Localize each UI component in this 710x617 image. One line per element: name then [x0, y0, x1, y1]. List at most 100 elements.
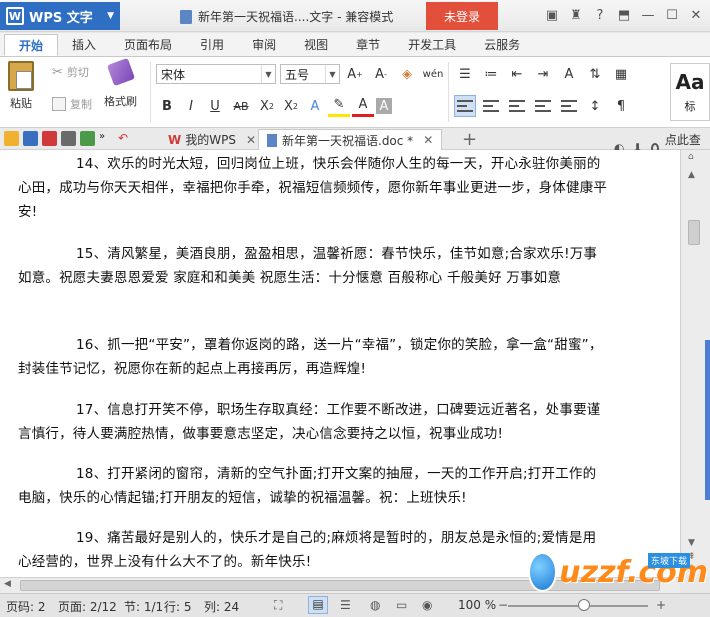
login-button[interactable]: 未登录 — [426, 2, 498, 30]
restore-view-icon[interactable]: ⬒ — [614, 4, 634, 26]
paste-button[interactable]: 粘贴 — [8, 61, 34, 111]
more-icon[interactable]: » — [99, 131, 114, 146]
row-position: 行: 5 — [164, 600, 192, 614]
outline-view-icon[interactable]: ☰ — [340, 598, 351, 612]
italic-button[interactable]: I — [180, 95, 202, 117]
page-count: 页面: 2/12 — [58, 600, 117, 614]
help-icon[interactable]: ? — [590, 4, 610, 26]
vertical-scrollbar[interactable]: ⌂ ▲ ▼ ⇞ ⇟ — [680, 150, 710, 577]
chinese-layout-icon[interactable]: A — [558, 63, 580, 85]
increase-indent-icon[interactable]: ⇥ — [532, 63, 554, 85]
decrease-indent-icon[interactable]: ⇤ — [506, 63, 528, 85]
scroll-left-icon[interactable]: ◀ — [4, 579, 11, 589]
text-effect-icon[interactable]: A — [304, 95, 326, 117]
clear-format-icon[interactable]: ◈ — [396, 63, 418, 85]
logo-globe-icon — [528, 552, 558, 592]
tab-developer[interactable]: 开发工具 — [394, 34, 470, 56]
close-tab-icon[interactable]: ✕ — [423, 133, 433, 147]
collapse-icon[interactable]: ⌂ — [688, 152, 694, 162]
zoom-knob[interactable] — [578, 599, 590, 611]
format-painter-button[interactable]: 格式刷 — [104, 57, 137, 109]
skin-icon[interactable]: ▣ — [542, 4, 562, 26]
print-preview-icon[interactable] — [80, 131, 95, 146]
cut-button[interactable]: ✂ 剪切 — [52, 61, 92, 83]
scroll-thumb[interactable] — [688, 220, 700, 245]
paragraph-group: ☰ ≔ ⇤ ⇥ A ⇅ ▦ ↕ ¶ — [454, 63, 632, 117]
close-button[interactable]: ✕ — [686, 4, 706, 26]
zoom-in-icon[interactable]: + — [656, 598, 666, 612]
align-left-button[interactable] — [454, 95, 476, 117]
fullscreen-icon[interactable]: ⛶ — [274, 598, 282, 613]
shirt-icon[interactable]: ♜ — [566, 4, 586, 26]
char-shading-icon[interactable]: A — [376, 98, 392, 114]
bullet-list-icon[interactable]: ☰ — [454, 63, 476, 85]
underline-button[interactable]: U — [204, 95, 226, 117]
open-folder-icon[interactable] — [4, 131, 19, 146]
numbered-list-icon[interactable]: ≔ — [480, 63, 502, 85]
side-panel-handle[interactable] — [705, 340, 710, 500]
copy-button[interactable]: 复制 — [52, 93, 92, 115]
paragraph-marks-icon[interactable]: ¶ — [610, 95, 632, 117]
logo-tag: 东坡下载 — [648, 553, 691, 568]
paragraph: 17、信息打开笑不停，职场生存取真经：工作要不断改进，口碑要远近著名，处事要谨言… — [18, 402, 601, 442]
subscript-button[interactable]: X2 — [280, 95, 302, 117]
tab-review[interactable]: 审阅 — [238, 34, 290, 56]
protect-view-icon[interactable]: ◉ — [422, 598, 432, 612]
paragraph: 15、清风繁星，美酒良朋，盈盈相思，温馨祈愿：春节快乐，佳节如意;合家欢乐!万事… — [18, 246, 598, 286]
export-pdf-icon[interactable] — [42, 131, 57, 146]
clipboard-group: ✂ 剪切 复制 — [52, 61, 92, 115]
wps-menu-label: WPS 文字 — [29, 10, 93, 26]
tab-my-wps[interactable]: W 我的WPS ✕ — [160, 129, 264, 150]
align-center-button[interactable] — [480, 95, 502, 117]
separator — [448, 62, 449, 122]
page-view-icon[interactable]: ▤ — [308, 596, 328, 614]
highlight-icon[interactable]: ✎ — [328, 95, 350, 117]
zoom-level[interactable]: 100 % — [458, 598, 496, 612]
font-group: 宋体 ▼ 五号 ▼ A + A- ◈ wén B I U AB X2 X2 A ✎… — [156, 63, 444, 117]
tab-section[interactable]: 章节 — [342, 34, 394, 56]
print-icon[interactable] — [61, 131, 76, 146]
font-color-icon[interactable]: A — [352, 95, 374, 117]
table-icon[interactable]: ▦ — [610, 63, 632, 85]
quick-access-icons: » ↶ — [4, 131, 133, 146]
uzzf-logo: uzzf.com 东坡下载 — [528, 551, 708, 593]
line-spacing-icon[interactable]: ↕ — [584, 95, 606, 117]
chevron-down-icon: ▼ — [107, 11, 114, 21]
tab-document[interactable]: 新年第一天祝福语.doc * ✕ — [258, 129, 443, 150]
tab-cloud[interactable]: 云服务 — [470, 34, 534, 56]
tab-references[interactable]: 引用 — [186, 34, 238, 56]
scroll-down-icon[interactable]: ▼ — [688, 538, 695, 548]
grow-font-button[interactable]: A + — [344, 63, 366, 85]
strikethrough-button[interactable]: AB — [228, 95, 254, 117]
document-page[interactable]: 14、欢乐的时光太短，回归岗位上班，快乐会伴随你人生的每一天，开心永驻你美丽的心… — [0, 150, 680, 577]
shrink-font-button[interactable]: A- — [370, 63, 392, 85]
new-tab-button[interactable]: + — [462, 129, 477, 150]
bold-button[interactable]: B — [156, 95, 178, 117]
font-size-select[interactable]: 五号 ▼ — [280, 64, 340, 84]
align-right-button[interactable] — [506, 95, 528, 117]
window-title: 新年第一天祝福语....文字 - 兼容模式 — [180, 8, 393, 25]
wps-menu-button[interactable]: W WPS 文字 ▼ — [0, 2, 120, 30]
sort-icon[interactable]: ⇅ — [584, 63, 606, 85]
superscript-button[interactable]: X2 — [256, 95, 278, 117]
font-name-select[interactable]: 宋体 ▼ — [156, 64, 276, 84]
read-view-icon[interactable]: ▭ — [396, 598, 407, 612]
save-icon[interactable] — [23, 131, 38, 146]
undo-icon[interactable]: ↶ — [118, 131, 133, 146]
phonetic-icon[interactable]: wén — [422, 63, 444, 85]
style-gallery[interactable]: Aa 标 — [670, 63, 710, 121]
maximize-button[interactable]: ☐ — [662, 4, 682, 26]
minimize-button[interactable]: — — [638, 4, 658, 26]
close-tab-icon[interactable]: ✕ — [246, 133, 256, 147]
section-count: 节: 1/1 — [124, 600, 164, 614]
status-bar: 页码: 2 页面: 2/12 节: 1/1 行: 5 列: 24 ⛶ ▤ ☰ ◍… — [0, 593, 710, 617]
tab-home[interactable]: 开始 — [4, 34, 59, 56]
scroll-up-icon[interactable]: ▲ — [688, 170, 695, 180]
web-view-icon[interactable]: ◍ — [370, 598, 380, 612]
zoom-out-icon[interactable]: − — [498, 598, 508, 612]
tab-page-layout[interactable]: 页面布局 — [110, 34, 186, 56]
justify-button[interactable] — [532, 95, 554, 117]
distributed-button[interactable] — [558, 95, 580, 117]
tab-view[interactable]: 视图 — [290, 34, 342, 56]
tab-insert[interactable]: 插入 — [58, 34, 110, 56]
